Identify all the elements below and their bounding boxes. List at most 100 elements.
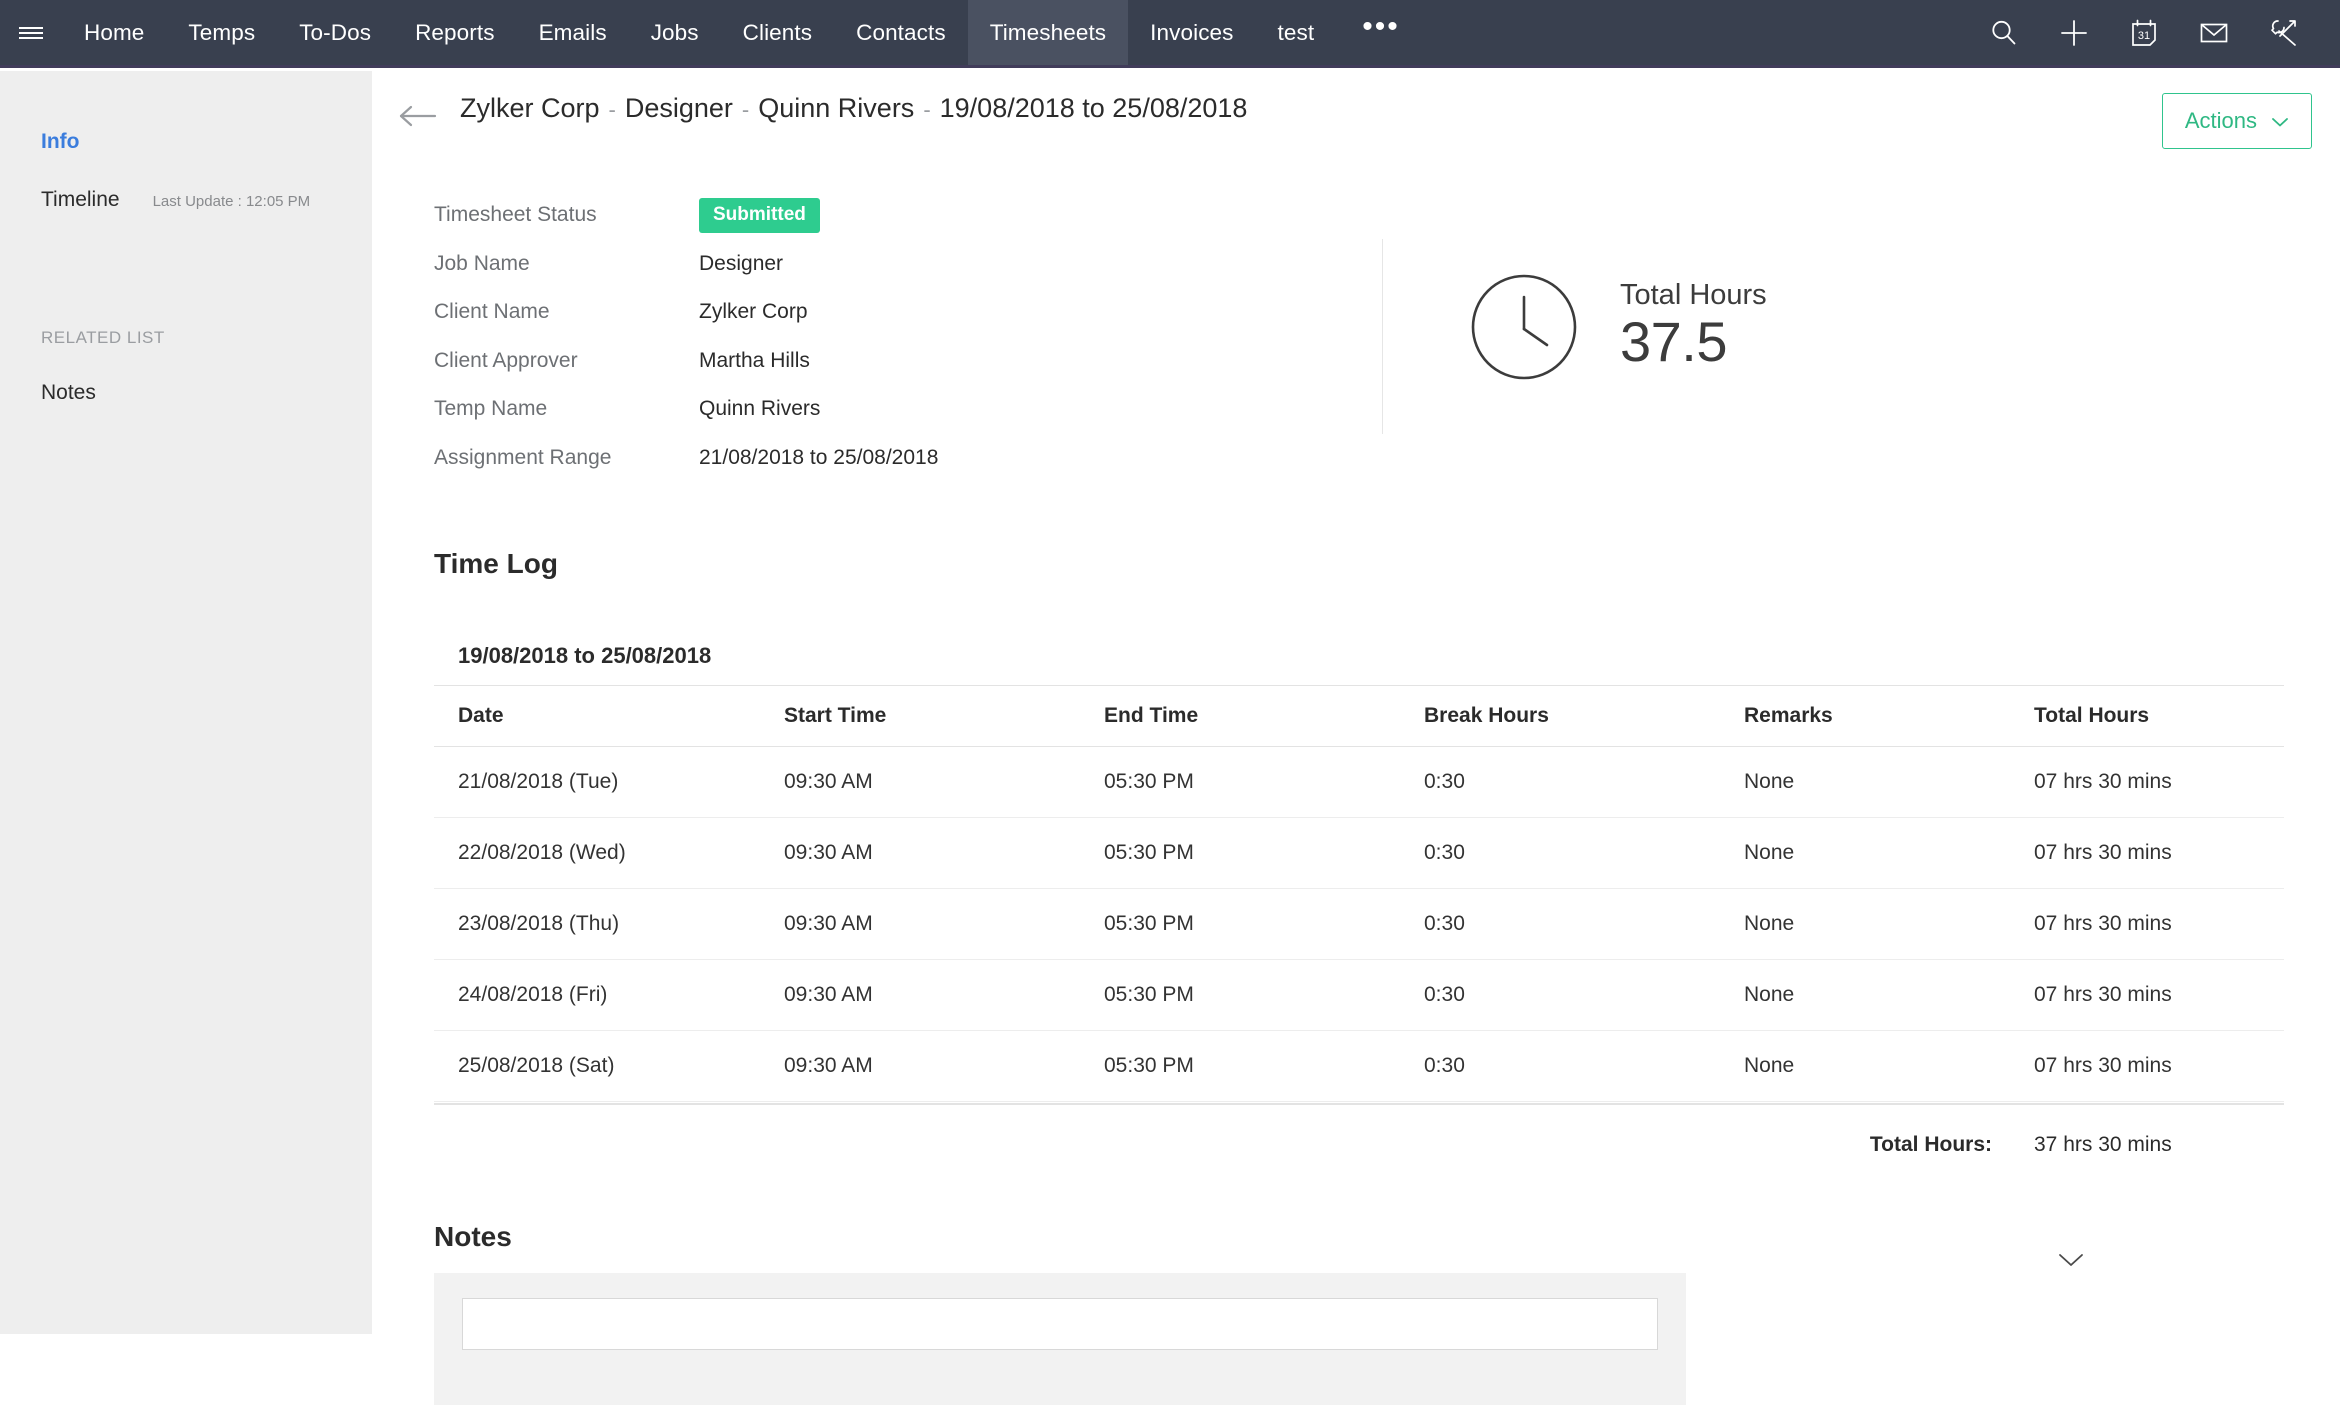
nav-item-test[interactable]: test: [1256, 0, 1337, 65]
total-hours-card: Total Hours 37.5: [1470, 273, 1767, 381]
vertical-divider: [1382, 239, 1383, 434]
nav-item-temps[interactable]: Temps: [166, 0, 277, 65]
sidebar-timeline-row: Timeline Last Update : 12:05 PM: [41, 188, 341, 212]
table-row: 25/08/2018 (Sat) 09:30 AM 05:30 PM 0:30 …: [434, 1030, 2284, 1102]
detail-label: Temp Name: [434, 397, 548, 421]
tools-icon[interactable]: [2266, 15, 2302, 51]
detail-label: Assignment Range: [434, 445, 612, 469]
column-header-start-time[interactable]: Start Time: [784, 685, 1104, 747]
nav-item-contacts[interactable]: Contacts: [834, 0, 968, 65]
time-log-range-title: 19/08/2018 to 25/08/2018: [458, 643, 712, 668]
detail-value: Submitted: [699, 197, 820, 233]
cell-start-time: 09:30 AM: [784, 746, 1104, 818]
table-header-row: Date Start Time End Time Break Hours Rem…: [434, 685, 2284, 747]
detail-value: 21/08/2018 to 25/08/2018: [699, 445, 939, 469]
hamburger-bar: [19, 26, 43, 29]
column-header-end-time[interactable]: End Time: [1104, 685, 1424, 747]
notes-panel: [434, 1273, 1686, 1405]
total-hours-label: Total Hours: [1620, 278, 1767, 311]
detail-label: Job Name: [434, 251, 530, 275]
envelope-icon[interactable]: [2196, 15, 2232, 51]
table-total-row: Total Hours: 37 hrs 30 mins: [434, 1104, 2284, 1180]
column-header-remarks[interactable]: Remarks: [1744, 685, 2034, 747]
detail-row-assignment-range: Assignment Range 21/08/2018 to 25/08/201…: [434, 434, 994, 483]
column-header-date[interactable]: Date: [434, 685, 784, 747]
detail-value: Zylker Corp: [699, 300, 808, 324]
nav-item-reports[interactable]: Reports: [393, 0, 516, 65]
total-hours-value: 37.5: [1620, 310, 1727, 374]
cell-total-hours: 07 hrs 30 mins: [2034, 817, 2284, 889]
breadcrumb-item-temp[interactable]: Quinn Rivers: [758, 93, 914, 124]
svg-text:31: 31: [2138, 30, 2150, 42]
clock-icon: [1470, 273, 1578, 381]
cell-end-time: 05:30 PM: [1104, 746, 1424, 818]
notes-collapse-chevron-down-icon[interactable]: [2055, 1249, 2087, 1271]
total-hours-row-label: Total Hours:: [1869, 1132, 1992, 1156]
nav-item-invoices[interactable]: Invoices: [1128, 0, 1255, 65]
cell-start-time: 09:30 AM: [784, 817, 1104, 889]
calendar-icon[interactable]: 31: [2126, 15, 2162, 51]
actions-button-label: Actions: [2184, 108, 2257, 133]
notes-section-title: Notes: [434, 1221, 512, 1252]
plus-icon[interactable]: [2056, 15, 2092, 51]
cell-remarks: None: [1744, 888, 2034, 960]
detail-value: Martha Hills: [699, 348, 810, 372]
search-icon[interactable]: [1986, 15, 2022, 51]
time-log-table: Date Start Time End Time Break Hours Rem…: [434, 685, 2284, 1180]
breadcrumb-item-client[interactable]: Zylker Corp: [460, 93, 600, 124]
top-navigation-bar: Home Temps To-Dos Reports Emails Jobs Cl…: [0, 0, 2340, 68]
status-badge: Submitted: [699, 197, 820, 233]
detail-value: Designer: [699, 251, 784, 275]
cell-break-hours: 0:30: [1424, 817, 1744, 889]
column-header-break-hours[interactable]: Break Hours: [1424, 685, 1744, 747]
cell-remarks: None: [1744, 1030, 2034, 1102]
hamburger-menu-icon[interactable]: [0, 0, 62, 65]
nav-item-jobs[interactable]: Jobs: [629, 0, 721, 65]
detail-row-client-approver: Client Approver Martha Hills: [434, 337, 994, 386]
sidebar-related-list-header: RELATED LIST: [41, 328, 165, 347]
cell-date: 22/08/2018 (Wed): [434, 817, 784, 889]
cell-start-time: 09:30 AM: [784, 1030, 1104, 1102]
cell-break-hours: 0:30: [1424, 1030, 1744, 1102]
detail-row-timesheet-status: Timesheet Status Submitted: [434, 191, 994, 240]
nav-overflow-menu-icon[interactable]: •••: [1336, 0, 1426, 65]
back-arrow-icon[interactable]: [397, 101, 441, 131]
column-header-total-hours[interactable]: Total Hours: [2034, 685, 2284, 747]
nav-action-icons: 31: [1986, 0, 2340, 65]
detail-row-job-name: Job Name Designer: [434, 240, 994, 289]
nav-item-timesheets[interactable]: Timesheets: [967, 0, 1129, 65]
detail-label: Client Approver: [434, 348, 578, 372]
cell-date: 25/08/2018 (Sat): [434, 1030, 784, 1102]
cell-end-time: 05:30 PM: [1104, 888, 1424, 960]
cell-total-hours: 07 hrs 30 mins: [2034, 959, 2284, 1031]
nav-item-clients[interactable]: Clients: [721, 0, 834, 65]
nav-item-emails[interactable]: Emails: [517, 0, 629, 65]
table-row: 22/08/2018 (Wed) 09:30 AM 05:30 PM 0:30 …: [434, 817, 2284, 889]
actions-button[interactable]: Actions: [2161, 93, 2312, 149]
detail-row-temp-name: Temp Name Quinn Rivers: [434, 385, 994, 434]
timesheet-detail-list: Timesheet Status Submitted Job Name Desi…: [434, 191, 994, 482]
breadcrumb-separator: -: [923, 97, 931, 122]
left-sidebar: Info Timeline Last Update : 12:05 PM REL…: [0, 71, 372, 1334]
breadcrumb-item-job[interactable]: Designer: [625, 93, 733, 124]
time-log-table-head: Date Start Time End Time Break Hours Rem…: [434, 685, 2284, 747]
main-nav-items: Home Temps To-Dos Reports Emails Jobs Cl…: [62, 0, 1426, 65]
total-hours-row-value: 37 hrs 30 mins: [2034, 1132, 2172, 1156]
cell-date: 21/08/2018 (Tue): [434, 746, 784, 818]
cell-remarks: None: [1744, 746, 2034, 818]
time-log-section-title: Time Log: [434, 548, 558, 579]
nav-item-to-dos[interactable]: To-Dos: [277, 0, 393, 65]
table-row: 21/08/2018 (Tue) 09:30 AM 05:30 PM 0:30 …: [434, 746, 2284, 818]
sidebar-item-timeline[interactable]: Timeline: [41, 188, 120, 212]
cell-remarks: None: [1744, 817, 2034, 889]
cell-remarks: None: [1744, 959, 2034, 1031]
main-content: Zylker Corp - Designer - Quinn Rivers - …: [372, 71, 2340, 1405]
detail-value: Quinn Rivers: [699, 397, 821, 421]
notes-input[interactable]: [462, 1298, 1658, 1350]
hamburger-bar: [19, 31, 43, 34]
hamburger-bar: [19, 36, 43, 39]
sidebar-item-info[interactable]: Info: [41, 130, 79, 154]
sidebar-item-notes[interactable]: Notes: [41, 381, 96, 405]
chevron-down-icon: [2271, 108, 2289, 134]
nav-item-home[interactable]: Home: [62, 0, 166, 65]
